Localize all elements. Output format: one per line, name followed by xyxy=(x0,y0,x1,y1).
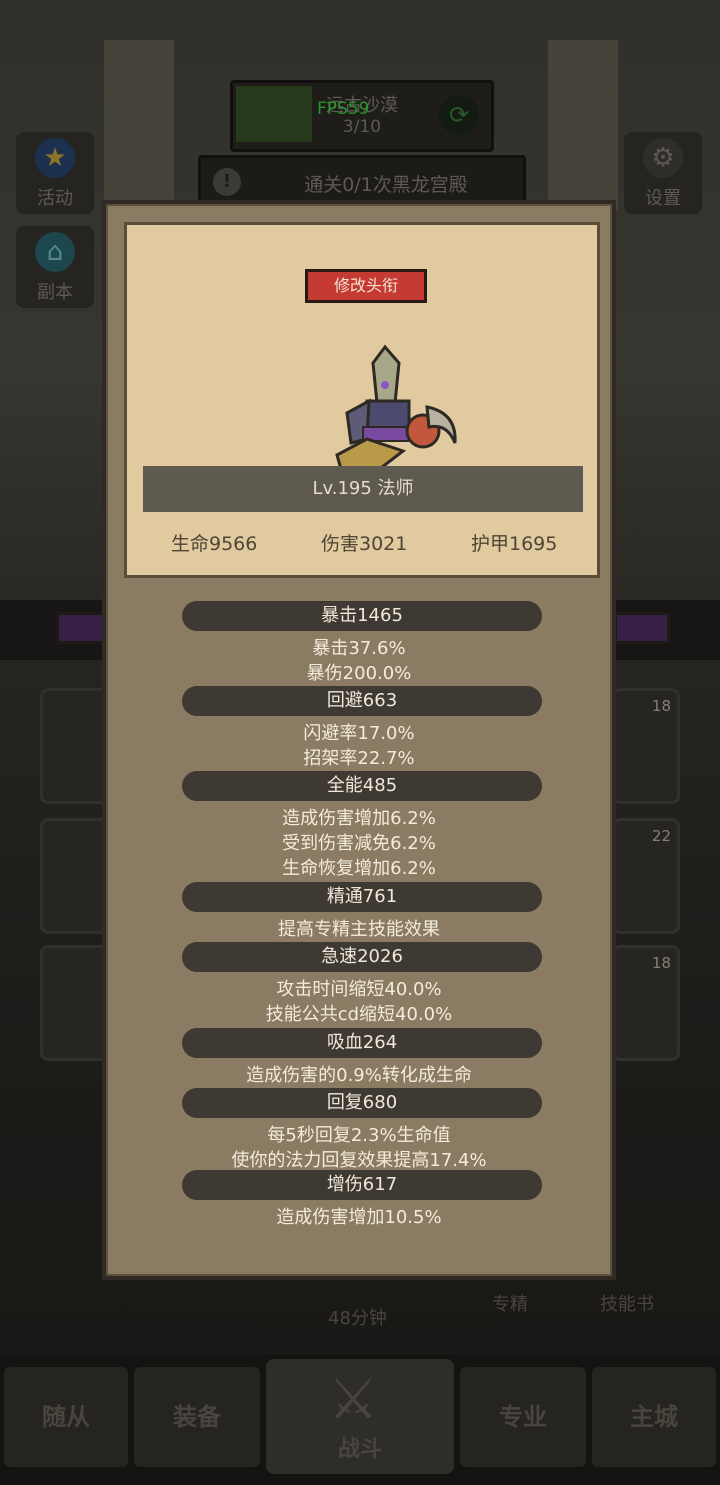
damage-stat: 伤害3021 xyxy=(321,533,408,555)
stat-detail: 招架率22.7% xyxy=(303,748,415,769)
stat-detail: 每5秒回复2.3%生命值 xyxy=(267,1125,451,1146)
stat-detail: 暴击37.6% xyxy=(312,638,406,659)
stat-detail: 造成伤害增加6.2% xyxy=(282,808,436,829)
stat-header-regen: 回复680 xyxy=(182,1088,542,1118)
hp-stat: 生命9566 xyxy=(171,533,258,555)
stat-header-lifesteal: 吸血264 xyxy=(182,1028,542,1058)
stat-detail: 闪避率17.0% xyxy=(303,723,415,744)
armor-stat: 护甲1695 xyxy=(471,533,558,555)
stat-detail: 受到伤害减免6.2% xyxy=(282,833,436,854)
stat-detail: 造成伤害的0.9%转化成生命 xyxy=(246,1065,472,1086)
stat-header-versatility: 全能485 xyxy=(182,771,542,801)
stat-detail: 攻击时间缩短40.0% xyxy=(276,979,442,1000)
stat-detail: 使你的法力回复效果提高17.4% xyxy=(231,1150,487,1171)
stat-detail: 技能公共cd缩短40.0% xyxy=(265,1004,453,1025)
profile-card: 修改头衔 Lv.195 法师 生命9566 伤害3021 护甲1695 xyxy=(124,222,600,578)
stat-header-mastery: 精通761 xyxy=(182,882,542,912)
character-stats-dialog: 修改头衔 Lv.195 法师 生命9566 伤害3021 护甲1695 暴击14… xyxy=(102,200,616,1280)
stat-header-haste: 急速2026 xyxy=(182,942,542,972)
level-class-banner: Lv.195 法师 xyxy=(143,466,583,512)
character-avatar xyxy=(335,344,457,473)
stat-header-crit: 暴击1465 xyxy=(182,601,542,631)
stat-detail: 提高专精主技能效果 xyxy=(278,919,440,940)
stat-header-avoidance: 回避663 xyxy=(182,686,542,716)
change-title-button[interactable]: 修改头衔 xyxy=(305,269,427,303)
stat-header-damage-increase: 增伤617 xyxy=(182,1170,542,1200)
stat-detail: 造成伤害增加10.5% xyxy=(276,1207,442,1228)
stat-detail: 暴伤200.0% xyxy=(306,663,412,684)
stat-detail: 生命恢复增加6.2% xyxy=(282,858,436,879)
